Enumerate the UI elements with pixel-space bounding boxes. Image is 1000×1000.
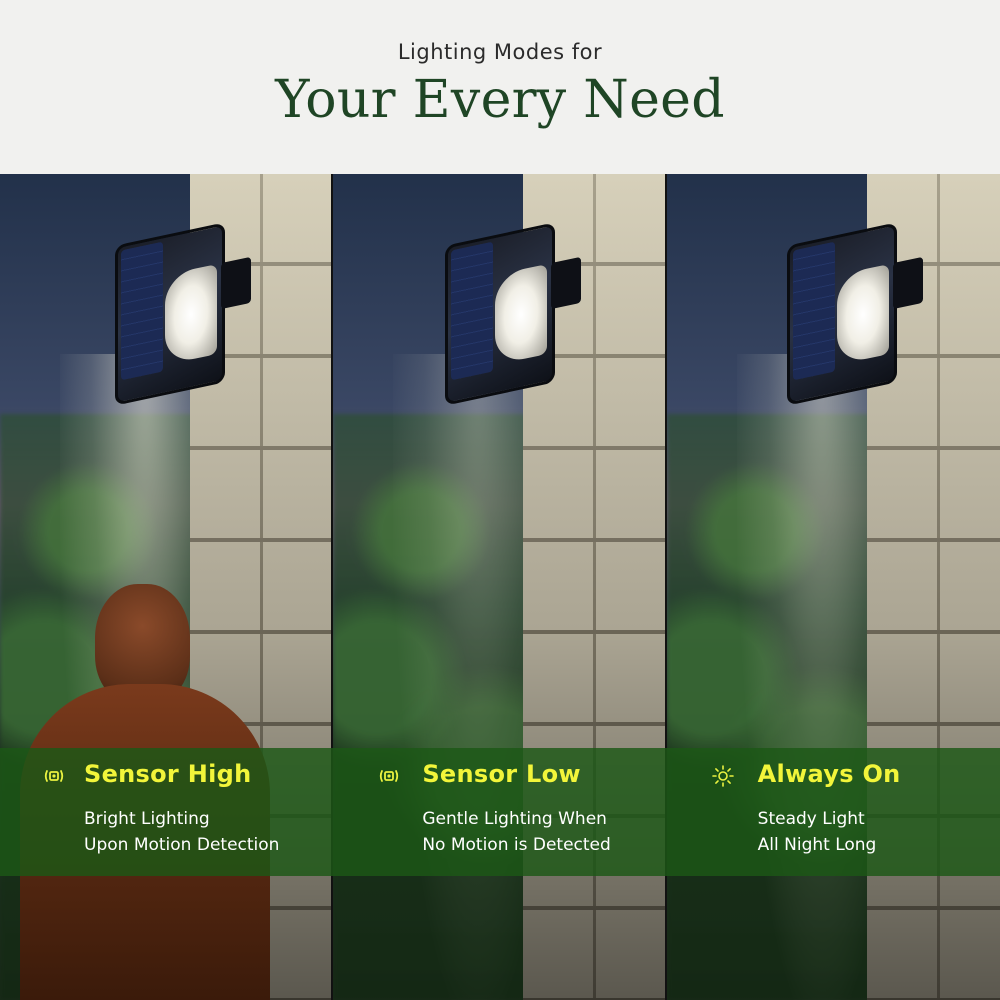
mode-title: Always On bbox=[757, 760, 901, 788]
mode-description: Gentle Lighting When No Motion is Detect… bbox=[422, 809, 611, 855]
mode-description: Steady Light All Night Long bbox=[757, 809, 877, 855]
mode-sensor-high: Sensor High Bright Lighting Upon Motion … bbox=[0, 748, 333, 876]
panel-sensor-high bbox=[0, 174, 334, 1000]
mount-bracket bbox=[892, 256, 923, 310]
scene-photo bbox=[0, 174, 1000, 1000]
motion-sensor-icon bbox=[377, 764, 401, 788]
sun-icon bbox=[711, 764, 735, 788]
solar-light-fixture bbox=[115, 222, 251, 406]
motion-sensor-icon bbox=[42, 764, 66, 788]
header-subtitle: Lighting Modes for bbox=[397, 40, 603, 64]
panel-sensor-low bbox=[333, 174, 667, 1000]
modes-band: Sensor High Bright Lighting Upon Motion … bbox=[0, 748, 1000, 876]
solar-panel bbox=[451, 241, 494, 381]
header-title: Your Every Need bbox=[275, 70, 725, 130]
solar-panel bbox=[121, 241, 163, 381]
mode-description: Bright Lighting Upon Motion Detection bbox=[84, 809, 280, 855]
mount-bracket bbox=[551, 256, 582, 310]
mount-bracket bbox=[221, 256, 251, 310]
solar-light-fixture bbox=[786, 222, 923, 406]
mode-title: Sensor High bbox=[84, 760, 252, 788]
solar-light-fixture bbox=[445, 222, 582, 406]
panel-always-on bbox=[666, 174, 1000, 1000]
header: Lighting Modes for Your Every Need bbox=[0, 0, 1000, 174]
mode-sensor-low: Sensor Low Gentle Lighting When No Motio… bbox=[333, 748, 666, 876]
mode-title: Sensor Low bbox=[422, 760, 581, 788]
mode-always-on: Always On Steady Light All Night Long bbox=[667, 748, 1000, 876]
solar-panel bbox=[792, 241, 835, 381]
